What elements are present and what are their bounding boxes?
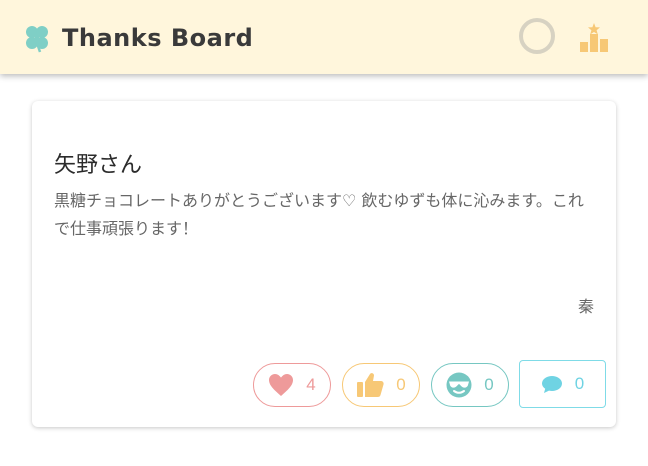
reaction-bar: 4 0 0 0 (32, 360, 616, 408)
like-reaction-button[interactable]: 0 (342, 363, 420, 407)
comment-count: 0 (574, 374, 585, 393)
card-sender: 秦 (577, 297, 594, 316)
app-header: Thanks Board (0, 0, 648, 74)
like-count: 0 (396, 375, 406, 394)
podium-star-icon[interactable] (578, 22, 610, 54)
thumbs-up-icon (357, 373, 384, 397)
sunglasses-face-icon (446, 372, 472, 398)
card-recipient: 矢野さん (54, 153, 143, 179)
cool-count: 0 (484, 375, 494, 394)
comment-button[interactable]: 0 (519, 360, 606, 408)
speech-bubble-icon (541, 376, 562, 393)
user-avatar-ring[interactable] (519, 18, 555, 54)
clover-icon (26, 26, 48, 53)
heart-count: 4 (306, 375, 316, 394)
brand[interactable]: Thanks Board (22, 22, 253, 54)
heart-icon (269, 374, 294, 396)
app-title: Thanks Board (62, 24, 254, 52)
heart-reaction-button[interactable]: 4 (253, 363, 331, 407)
card-message: 黒糖チョコレートありがとうございます♡ 飲むゆずも体に沁みます。これで仕事頑張り… (54, 191, 584, 238)
cool-reaction-button[interactable]: 0 (431, 363, 509, 407)
thanks-card: 矢野さん 黒糖チョコレートありがとうございます♡ 飲むゆずも体に沁みます。これで… (32, 101, 616, 427)
